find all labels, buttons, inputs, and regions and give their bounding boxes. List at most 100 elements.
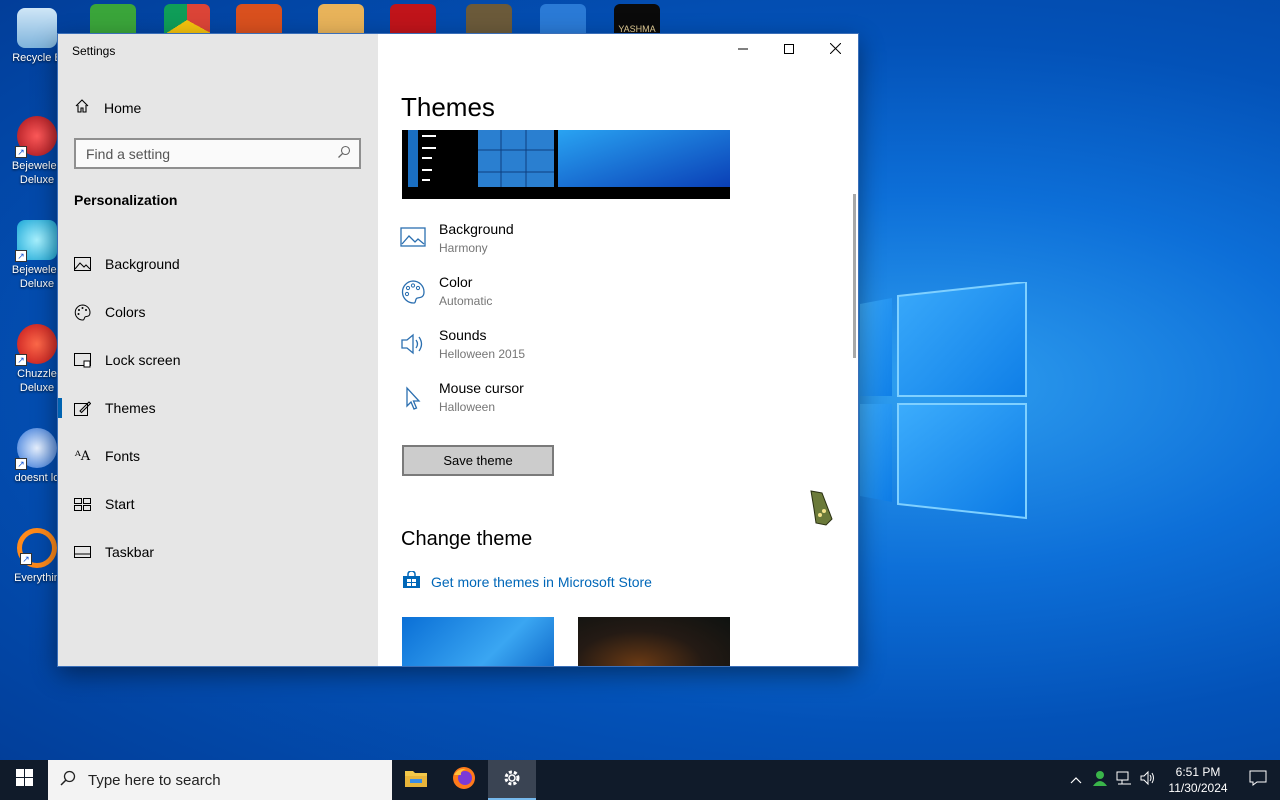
property-color[interactable]: Color Automatic [400, 273, 525, 326]
nav-item-colors[interactable]: Colors [58, 288, 378, 336]
nav-label: Start [105, 496, 135, 512]
window-title: Settings [72, 44, 116, 58]
home-icon [74, 98, 90, 117]
nav-label: Fonts [105, 448, 141, 464]
network-icon [1116, 770, 1132, 791]
thunderbird-icon: ↗ [15, 428, 57, 470]
left-pane: Settings Home Find a setting Personaliza… [58, 34, 378, 666]
desktop-icon-top-6[interactable] [466, 4, 512, 36]
nav-label: Background [105, 256, 180, 272]
lock-screen-icon [74, 352, 91, 369]
store-icon [402, 570, 421, 592]
nav-item-themes[interactable]: Themes [58, 384, 378, 432]
property-name: Background [439, 221, 514, 237]
settings-window: Settings Home Find a setting Personaliza… [58, 34, 858, 666]
settings-icon [502, 768, 522, 793]
start-icon [74, 496, 91, 513]
scrollbar[interactable] [853, 194, 856, 358]
property-name: Sounds [439, 327, 487, 343]
taskbar-firefox[interactable] [440, 760, 488, 800]
theme-properties: Background Harmony Color Automatic Sounds H… [400, 220, 525, 432]
property-value: Halloween [439, 400, 496, 414]
chuzzle-icon: ↗ [15, 324, 57, 366]
cursor-icon [400, 385, 426, 411]
save-theme-button[interactable]: Save theme [402, 445, 554, 476]
everything-search-icon: ↗ [17, 528, 57, 568]
taskbar-search-box[interactable]: Type here to search [48, 760, 392, 800]
property-background[interactable]: Background Harmony [400, 220, 525, 273]
search-placeholder: Find a setting [86, 145, 171, 162]
taskbar-file-explorer[interactable] [392, 760, 440, 800]
bejeweled-icon: ↗ [15, 220, 57, 262]
store-link-label: Get more themes in Microsoft Store [431, 573, 652, 590]
clock-time: 6:51 PM [1175, 765, 1221, 779]
system-tray: 6:51 PM 11/30/2024 [1064, 760, 1280, 800]
file-explorer-icon [404, 768, 428, 793]
taskbar-search-placeholder: Type here to search [88, 771, 221, 789]
nav-item-start[interactable]: Start [58, 480, 378, 528]
bejeweled2-icon: ↗ [15, 116, 57, 158]
search-icon [60, 770, 76, 790]
tray-app-icon[interactable] [1088, 760, 1112, 800]
property-name: Color [439, 274, 473, 290]
user-green-icon [1092, 770, 1108, 791]
shortcut-arrow-icon: ↗ [15, 146, 27, 158]
theme-thumbnail-windows[interactable] [402, 617, 554, 666]
theme-preview [402, 130, 730, 199]
desktop-icon-top-7[interactable] [540, 4, 586, 36]
speaker-icon [1140, 770, 1156, 791]
main-content: Themes Background Harmony Color Automati… [378, 34, 858, 666]
nav-item-fonts[interactable]: ᴬA Fonts [58, 432, 378, 480]
nav-label: Taskbar [105, 544, 155, 560]
property-value: Helloween 2015 [439, 347, 526, 361]
nav-item-taskbar[interactable]: Taskbar [58, 528, 378, 576]
desktop-icon-top-1[interactable] [90, 4, 136, 36]
desktop-icon-top-3[interactable] [236, 4, 282, 36]
taskbar-settings[interactable] [488, 760, 536, 800]
shortcut-arrow-icon: ↗ [15, 458, 27, 470]
property-value: Harmony [439, 241, 488, 255]
property-name: Mouse cursor [439, 380, 524, 396]
personalization-nav: Background Colors Lock screen Themes ᴬA … [58, 240, 378, 576]
clock[interactable]: 6:51 PM 11/30/2024 [1160, 764, 1236, 796]
halloween-cursor-icon [808, 489, 838, 529]
palette-icon [74, 303, 91, 321]
desktop-icon-top-4[interactable] [318, 4, 364, 36]
taskbar: Type here to search 6:51 PM 11/30/2024 [0, 760, 1280, 800]
fonts-icon: ᴬA [74, 448, 91, 464]
find-setting-input[interactable]: Find a setting [74, 138, 361, 169]
recycle-bin-icon [17, 8, 57, 48]
speaker-icon [400, 332, 426, 358]
chrome-icon[interactable] [164, 4, 210, 36]
themes-icon [74, 400, 91, 417]
theme-thumbnail-halloween[interactable] [578, 617, 730, 666]
action-center-button[interactable] [1236, 760, 1280, 800]
palette-icon [400, 279, 426, 305]
nav-item-lock-screen[interactable]: Lock screen [58, 336, 378, 384]
picture-icon [400, 226, 426, 252]
yashma-icon[interactable]: YASHMA [614, 4, 660, 36]
picture-icon [74, 256, 91, 273]
flash-icon[interactable] [390, 4, 436, 36]
change-theme-heading: Change theme [401, 528, 533, 550]
start-button[interactable] [0, 760, 48, 800]
notification-icon [1249, 770, 1267, 791]
property-value: Automatic [439, 294, 493, 308]
network-button[interactable] [1112, 760, 1136, 800]
windows-start-icon [15, 769, 33, 791]
firefox-icon [452, 766, 476, 795]
property-sounds[interactable]: Sounds Helloween 2015 [400, 326, 525, 379]
volume-button[interactable] [1136, 760, 1160, 800]
home-nav-item[interactable]: Home [74, 98, 141, 117]
shortcut-arrow-icon: ↗ [15, 354, 27, 366]
chevron-up-icon [1070, 771, 1082, 789]
nav-label: Lock screen [105, 352, 181, 368]
show-hidden-icons-button[interactable] [1064, 760, 1088, 800]
nav-item-background[interactable]: Background [58, 240, 378, 288]
shortcut-arrow-icon: ↗ [20, 553, 32, 565]
page-title: Themes [401, 92, 495, 122]
property-mouse-cursor[interactable]: Mouse cursor Halloween [400, 379, 525, 432]
home-label: Home [104, 99, 142, 116]
microsoft-store-link[interactable]: Get more themes in Microsoft Store [402, 570, 652, 592]
nav-label: Themes [105, 400, 156, 416]
